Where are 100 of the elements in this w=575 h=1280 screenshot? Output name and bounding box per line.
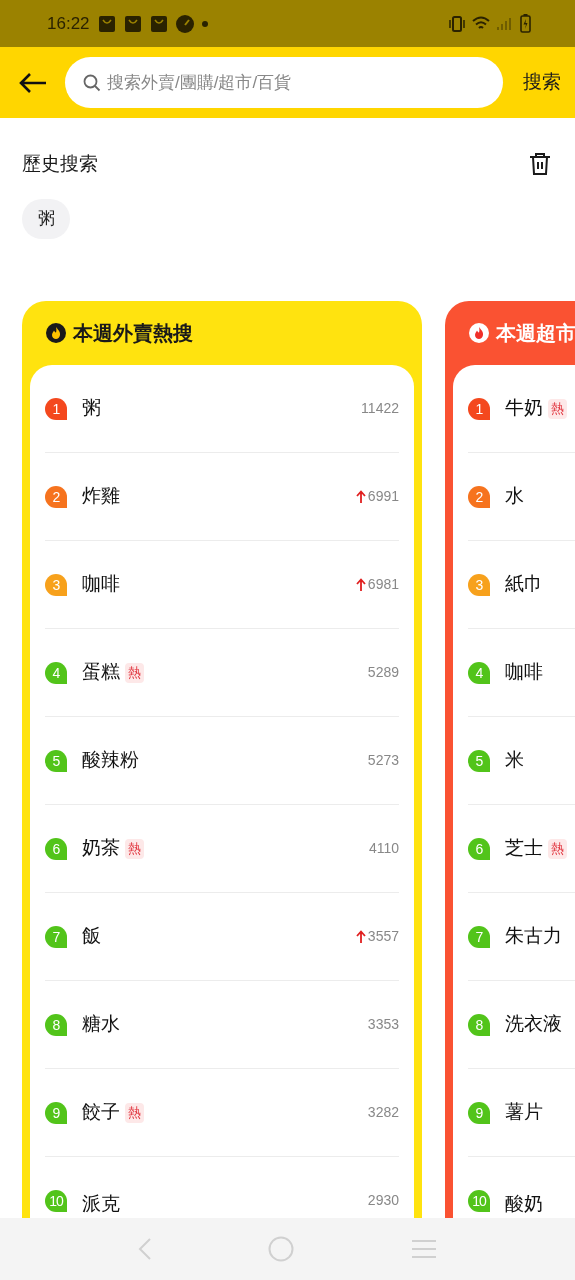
rank-badge: 2: [45, 485, 67, 508]
item-label: 奶茶: [82, 836, 120, 861]
rank-badge: 3: [468, 573, 490, 596]
rank-badge: 5: [45, 749, 67, 772]
signal-icon: [496, 16, 512, 31]
menu-icon[interactable]: [410, 1239, 437, 1259]
rank-badge: 8: [45, 1013, 67, 1036]
rank-badge: 10: [45, 1190, 67, 1212]
item-label: 洗衣液: [505, 1012, 562, 1037]
item-label: 咖啡: [82, 572, 120, 597]
ranking-row[interactable]: 4 咖啡: [468, 629, 575, 717]
search-count: 6981: [367, 575, 399, 594]
search-count: 5289: [367, 663, 399, 682]
status-time: 16:22: [47, 12, 90, 35]
search-field[interactable]: 搜索外賣/團購/超市/百貨: [65, 57, 503, 108]
item-label: 紙巾: [505, 572, 543, 597]
ranking-row[interactable]: 8 洗衣液: [468, 981, 575, 1069]
ranking-row[interactable]: 9 餃子 熱 3282: [45, 1069, 399, 1157]
rank-badge: 5: [468, 749, 490, 772]
delete-button[interactable]: [529, 152, 551, 177]
ranking-row[interactable]: 2 炸雞 6991: [45, 453, 399, 541]
hot-tag: 熱: [548, 398, 567, 419]
up-arrow-icon: [355, 577, 366, 592]
item-label: 糖水: [82, 1012, 120, 1037]
ranking-row[interactable]: 6 芝士 熱: [468, 805, 575, 893]
dot-icon: [201, 20, 208, 27]
rank-badge: 4: [468, 661, 490, 684]
item-label: 炸雞: [82, 484, 120, 509]
hot-tag: 熱: [125, 662, 144, 683]
search-count: 6991: [367, 487, 399, 506]
search-count: 5273: [367, 751, 399, 770]
item-label: 牛奶: [505, 396, 543, 421]
bag-icon: [97, 14, 116, 33]
item-label: 酸辣粉: [82, 748, 139, 773]
ranking-row[interactable]: 2 水: [468, 453, 575, 541]
rank-badge: 7: [45, 925, 67, 948]
history-tag[interactable]: 粥: [22, 198, 70, 239]
item-label: 蛋糕: [82, 660, 120, 685]
gauge-icon: [175, 14, 194, 33]
ranking-row[interactable]: 1 粥 11422: [45, 365, 399, 453]
back-nav-icon[interactable]: [138, 1237, 153, 1261]
flame-icon: [46, 323, 66, 343]
bag-icon: [149, 14, 168, 33]
card-title: 本週外賣熱搜: [73, 321, 193, 346]
rank-badge: 3: [45, 573, 67, 596]
search-count: 3353: [367, 1015, 399, 1034]
ranking-row[interactable]: 1 牛奶 熱: [468, 365, 575, 453]
item-label: 薯片: [505, 1100, 543, 1125]
ranking-row[interactable]: 8 糖水 3353: [45, 981, 399, 1069]
search-count: 3557: [367, 927, 399, 946]
up-arrow-icon: [355, 489, 366, 504]
rank-badge: 2: [468, 485, 490, 508]
rank-badge: 9: [468, 1101, 490, 1124]
ranking-row[interactable]: 10 派克 2930: [45, 1157, 399, 1218]
vibrate-icon: [448, 15, 466, 32]
search-input[interactable]: 搜索外賣/團購/超市/百貨: [107, 69, 503, 96]
item-label: 飯: [82, 924, 101, 949]
rank-badge: 6: [468, 837, 490, 860]
up-arrow-icon: [355, 929, 366, 944]
search-count: 4110: [368, 839, 399, 858]
item-label: 米: [505, 748, 524, 773]
item-label: 咖啡: [505, 660, 543, 685]
ranking-row[interactable]: 3 紙巾: [468, 541, 575, 629]
history-title: 歷史搜索: [22, 152, 98, 176]
home-nav-icon[interactable]: [268, 1236, 295, 1262]
search-icon: [83, 73, 101, 92]
rank-badge: 1: [45, 397, 67, 420]
ranking-row[interactable]: 6 奶茶 熱 4110: [45, 805, 399, 893]
rank-badge: 6: [45, 837, 67, 860]
ranking-row[interactable]: 5 米: [468, 717, 575, 805]
wifi-icon: [472, 16, 490, 31]
ranking-row[interactable]: 4 蛋糕 熱 5289: [45, 629, 399, 717]
item-label: 酸奶: [505, 1192, 543, 1216]
item-label: 派克: [82, 1192, 120, 1216]
item-label: 芝士: [505, 836, 543, 861]
card-title: 本週超市: [496, 321, 575, 346]
ranking-row[interactable]: 9 薯片: [468, 1069, 575, 1157]
rank-badge: 8: [468, 1013, 490, 1036]
hot-tag: 熱: [125, 1102, 144, 1123]
rank-badge: 1: [468, 397, 490, 420]
ranking-row[interactable]: 5 酸辣粉 5273: [45, 717, 399, 805]
ranking-row[interactable]: 10 酸奶: [468, 1157, 575, 1218]
rank-badge: 9: [45, 1101, 67, 1124]
hot-tag: 熱: [125, 838, 144, 859]
search-count: 2930: [367, 1191, 399, 1210]
item-label: 餃子: [82, 1100, 120, 1125]
rank-badge: 10: [468, 1190, 490, 1212]
rank-badge: 4: [45, 661, 67, 684]
ranking-row[interactable]: 3 咖啡 6981: [45, 541, 399, 629]
flame-icon: [469, 323, 489, 343]
search-button[interactable]: 搜索: [523, 68, 561, 97]
ranking-row[interactable]: 7 飯 3557: [45, 893, 399, 981]
search-count: 11422: [361, 399, 399, 418]
item-label: 水: [505, 484, 524, 509]
item-label: 粥: [82, 396, 101, 421]
rank-badge: 7: [468, 925, 490, 948]
bag-icon: [123, 14, 142, 33]
battery-icon: [520, 14, 531, 33]
hot-tag: 熱: [548, 838, 567, 859]
ranking-row[interactable]: 7 朱古力: [468, 893, 575, 981]
